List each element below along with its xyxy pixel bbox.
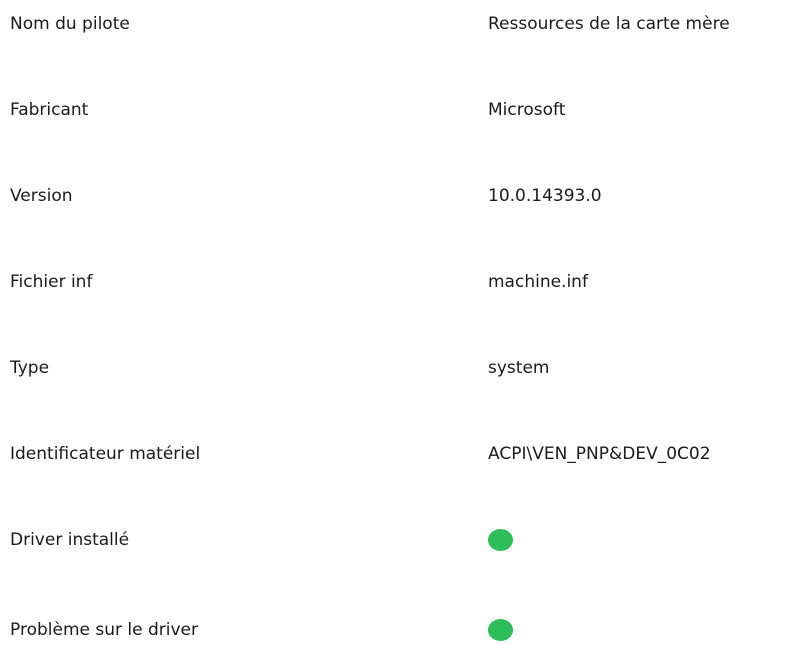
inf-file-label: Fichier inf [10,272,93,292]
row-version: Version 10.0.14393.0 [0,181,797,211]
driver-installed-label: Driver installé [10,530,130,550]
type-label: Type [10,358,50,378]
driver-name-value: Ressources de la carte mère [488,14,730,34]
row-driver-name: Nom du pilote Ressources de la carte mèr… [0,9,797,39]
manufacturer-label: Fabricant [10,100,89,120]
inf-file-value: machine.inf [488,272,588,292]
row-type: Type system [0,353,797,383]
driver-problem-status-icon [488,619,513,641]
hardware-id-label: Identificateur matériel [10,444,201,464]
version-label: Version [10,186,73,206]
row-driver-installed: Driver installé [0,525,797,555]
driver-name-label: Nom du pilote [10,14,130,34]
driver-problem-label: Problème sur le driver [10,620,198,640]
row-inf-file: Fichier inf machine.inf [0,267,797,297]
row-hardware-id: Identificateur matériel ACPI\VEN_PNP&DEV… [0,439,797,469]
type-value: system [488,358,550,378]
row-manufacturer: Fabricant Microsoft [0,95,797,125]
hardware-id-value: ACPI\VEN_PNP&DEV_0C02 [488,444,711,464]
driver-properties-panel: Nom du pilote Ressources de la carte mèr… [0,0,797,643]
row-driver-problem: Problème sur le driver [0,615,797,645]
driver-installed-status-icon [488,529,513,551]
version-value: 10.0.14393.0 [488,186,602,206]
manufacturer-value: Microsoft [488,100,566,120]
